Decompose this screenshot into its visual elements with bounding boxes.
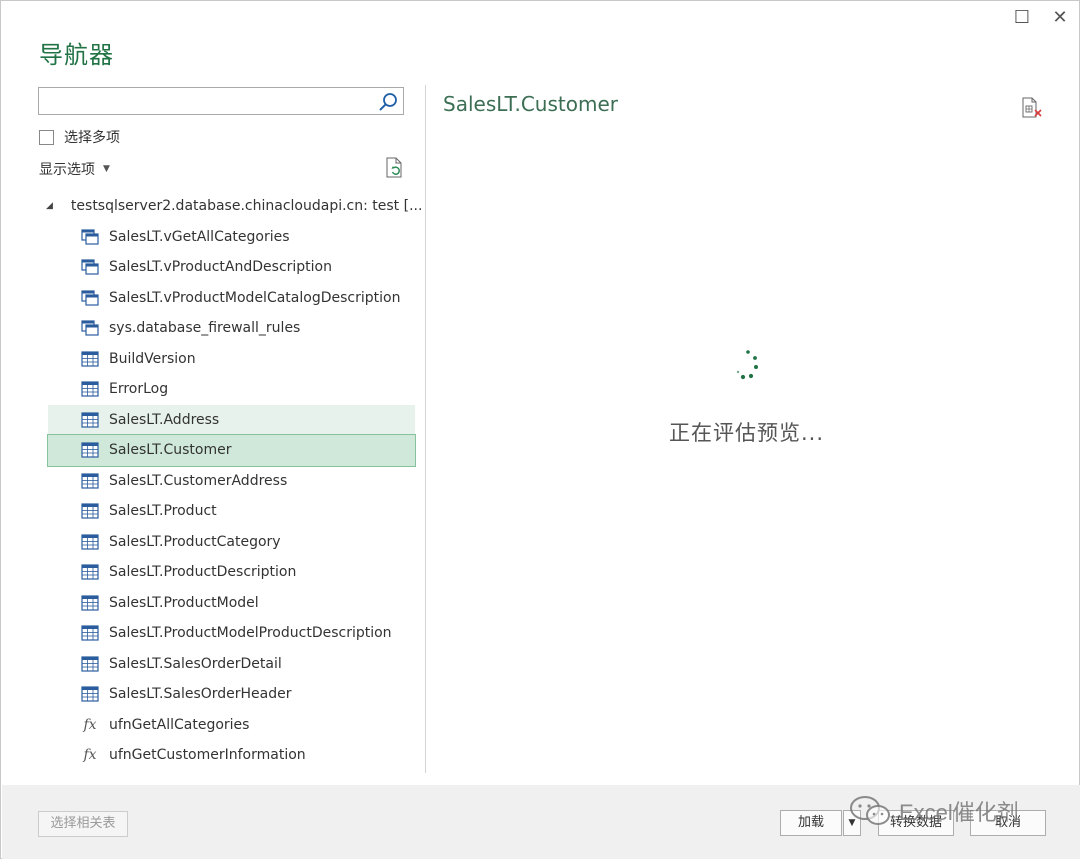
tree-item[interactable]: SalesLT.ProductModelProductDescription bbox=[48, 618, 415, 649]
table-icon bbox=[81, 534, 99, 550]
table-icon bbox=[81, 564, 99, 580]
tree-item[interactable]: SalesLT.vProductModelCatalogDescription bbox=[48, 283, 415, 314]
tree-item[interactable]: SalesLT.SalesOrderHeader bbox=[48, 679, 415, 710]
tree-item-label: SalesLT.Customer bbox=[109, 442, 232, 459]
navigator-window: ☐ ✕ 导航器 选择多项 显示选项 ▼ ◢ testsqlserver2.dat… bbox=[0, 0, 1080, 859]
display-options-label: 显示选项 bbox=[39, 162, 95, 178]
preview-status: 正在评估预览... bbox=[669, 421, 825, 445]
view-icon bbox=[81, 259, 99, 275]
table-icon bbox=[81, 442, 99, 458]
tree-item-label: ErrorLog bbox=[109, 381, 169, 398]
table-icon bbox=[81, 503, 99, 519]
table-icon bbox=[81, 656, 99, 672]
display-options-dropdown[interactable]: 显示选项 ▼ bbox=[39, 159, 110, 179]
select-multiple-option[interactable]: 选择多项 bbox=[39, 127, 120, 147]
watermark: Excel催化剂 bbox=[849, 795, 1019, 827]
tree-item-label: SalesLT.vProductModelCatalogDescription bbox=[109, 289, 401, 306]
tree-item-label: SalesLT.Product bbox=[109, 503, 217, 520]
tree-item-label: SalesLT.vProductAndDescription bbox=[109, 259, 332, 276]
view-icon bbox=[81, 320, 99, 336]
tree-item[interactable]: SalesLT.SalesOrderDetail bbox=[48, 649, 415, 680]
tree-root-label: testsqlserver2.database.chinacloudapi.cn… bbox=[70, 198, 423, 215]
preview-options-icon[interactable] bbox=[1021, 97, 1043, 119]
function-icon: fx bbox=[83, 747, 97, 764]
search-box[interactable] bbox=[38, 87, 404, 115]
tree-item[interactable]: SalesLT.vProductAndDescription bbox=[48, 252, 415, 283]
select-multiple-checkbox[interactable] bbox=[39, 129, 54, 145]
wechat-icon bbox=[850, 796, 890, 825]
tree-item-label: ufnGetCustomerInformation bbox=[109, 747, 306, 764]
table-icon bbox=[81, 351, 99, 367]
tree-item-label: SalesLT.Address bbox=[109, 411, 220, 428]
window-title: 导航器 bbox=[39, 41, 114, 69]
tree-item-label: SalesLT.ProductModelProductDescription bbox=[109, 625, 392, 642]
tree-item[interactable]: ErrorLog bbox=[48, 374, 415, 405]
refresh-icon[interactable] bbox=[384, 157, 404, 179]
tree-item-label: SalesLT.ProductModel bbox=[109, 594, 259, 611]
load-button[interactable]: 加载 bbox=[780, 810, 842, 836]
function-icon: fx bbox=[83, 716, 97, 733]
select-multiple-label: 选择多项 bbox=[64, 130, 120, 146]
pane-divider bbox=[425, 85, 426, 773]
tree-item-label: SalesLT.SalesOrderHeader bbox=[109, 686, 292, 703]
table-icon bbox=[81, 381, 99, 397]
preview-title: SalesLT.Customer bbox=[443, 92, 618, 116]
tree-item[interactable]: SalesLT.ProductCategory bbox=[48, 527, 415, 558]
tree-item[interactable]: fx ufnGetAllCategories bbox=[48, 710, 415, 741]
tree-item[interactable]: SalesLT.Product bbox=[48, 496, 415, 527]
collapse-triangle-icon[interactable]: ◢ bbox=[46, 201, 53, 211]
table-icon bbox=[81, 412, 99, 428]
watermark-text: Excel催化剂 bbox=[899, 800, 1019, 825]
tree-root-server[interactable]: ◢ testsqlserver2.database.chinacloudapi.… bbox=[38, 191, 422, 222]
table-icon bbox=[81, 686, 99, 702]
table-icon bbox=[81, 625, 99, 641]
tree-item[interactable]: sys.database_firewall_rules bbox=[48, 313, 415, 344]
caret-down-icon: ▼ bbox=[103, 164, 110, 174]
tree-item[interactable]: SalesLT.Address bbox=[48, 404, 415, 435]
tree-item-label: sys.database_firewall_rules bbox=[109, 320, 301, 337]
view-icon bbox=[81, 229, 99, 245]
tree-item[interactable]: SalesLT.vGetAllCategories bbox=[48, 222, 415, 253]
tree-item[interactable]: SalesLT.CustomerAddress bbox=[48, 466, 415, 497]
search-input[interactable] bbox=[45, 89, 379, 115]
tree-item-label: BuildVersion bbox=[109, 350, 196, 367]
tree-item-label: SalesLT.CustomerAddress bbox=[109, 472, 288, 489]
select-related-tables-button[interactable]: 选择相关表 bbox=[38, 811, 128, 837]
tree-item-label: ufnGetAllCategories bbox=[109, 716, 250, 733]
tree-item[interactable]: SalesLT.ProductModel bbox=[48, 588, 415, 619]
table-icon bbox=[81, 595, 99, 611]
navigator-tree: ◢ testsqlserver2.database.chinacloudapi.… bbox=[38, 191, 422, 771]
tree-item[interactable]: SalesLT.ProductDescription bbox=[48, 557, 415, 588]
tree-item[interactable]: fx ufnGetCustomerInformation bbox=[48, 740, 415, 771]
tree-item[interactable]: BuildVersion bbox=[48, 344, 415, 375]
view-icon bbox=[81, 290, 99, 306]
tree-item-label: SalesLT.SalesOrderDetail bbox=[109, 655, 282, 672]
tree-item-label: SalesLT.ProductCategory bbox=[109, 533, 281, 550]
loading-spinner-icon bbox=[736, 350, 758, 380]
tree-item-label: SalesLT.ProductDescription bbox=[109, 564, 297, 581]
search-icon[interactable] bbox=[377, 91, 399, 113]
close-button[interactable]: ✕ bbox=[1049, 7, 1071, 29]
tree-item-label: SalesLT.vGetAllCategories bbox=[109, 228, 290, 245]
tree-item[interactable]: SalesLT.Customer bbox=[47, 434, 416, 467]
table-icon bbox=[81, 473, 99, 489]
maximize-button[interactable]: ☐ bbox=[1011, 7, 1033, 29]
